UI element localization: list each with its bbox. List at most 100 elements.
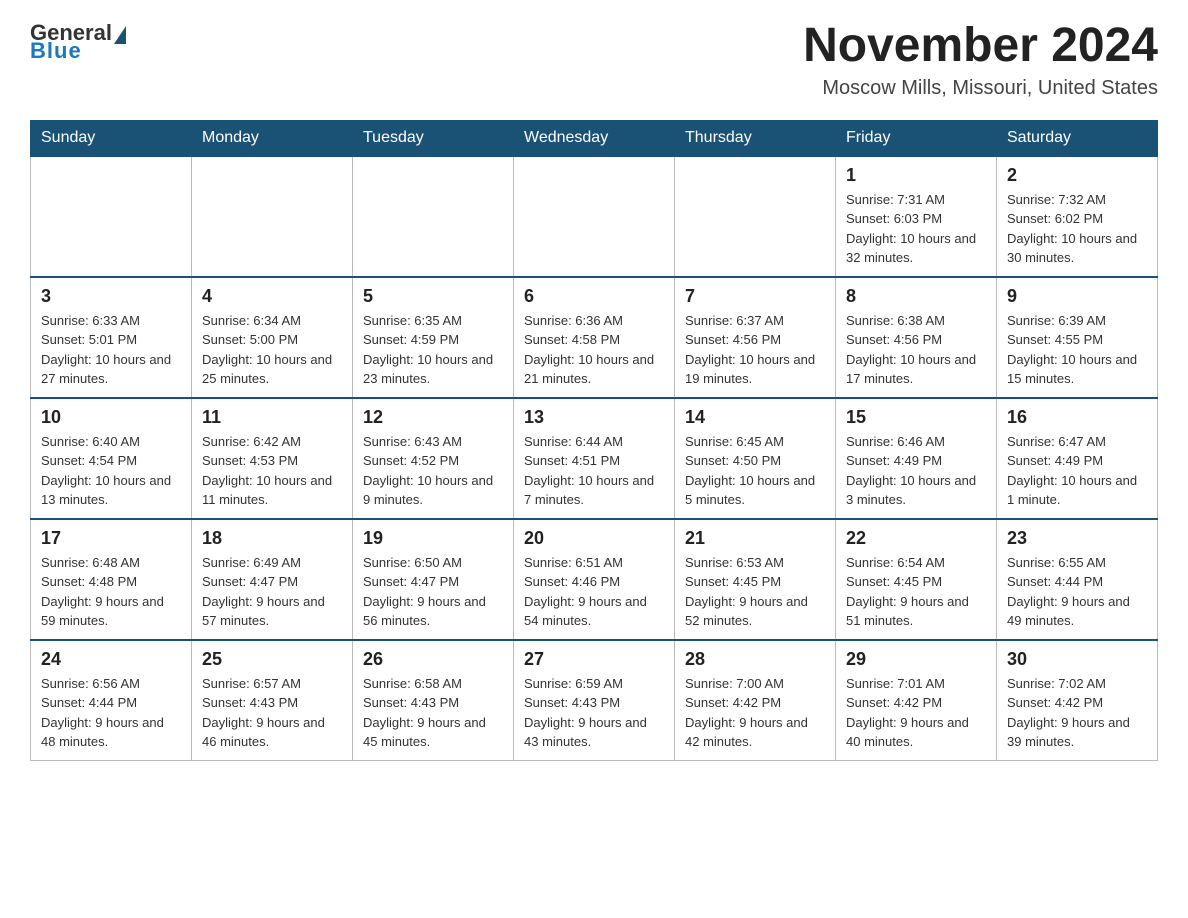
day-number: 7 [685,286,825,307]
calendar-cell: 25 Sunrise: 6:57 AM Sunset: 4:43 PM Dayli… [192,640,353,761]
day-number: 11 [202,407,342,428]
day-number: 12 [363,407,503,428]
day-info: Sunrise: 7:01 AM Sunset: 4:42 PM Dayligh… [846,674,986,752]
calendar-cell: 19 Sunrise: 6:50 AM Sunset: 4:47 PM Dayli… [353,519,514,640]
day-number: 29 [846,649,986,670]
day-number: 17 [41,528,181,549]
location-title: Moscow Mills, Missouri, United States [803,77,1158,100]
day-number: 19 [363,528,503,549]
day-info: Sunrise: 6:39 AM Sunset: 4:55 PM Dayligh… [1007,311,1147,389]
day-info: Sunrise: 6:34 AM Sunset: 5:00 PM Dayligh… [202,311,342,389]
day-info: Sunrise: 6:36 AM Sunset: 4:58 PM Dayligh… [524,311,664,389]
calendar-cell [514,156,675,277]
day-info: Sunrise: 7:32 AM Sunset: 6:02 PM Dayligh… [1007,190,1147,268]
title-section: November 2024 Moscow Mills, Missouri, Un… [803,20,1158,100]
day-info: Sunrise: 6:38 AM Sunset: 4:56 PM Dayligh… [846,311,986,389]
calendar-cell: 2 Sunrise: 7:32 AM Sunset: 6:02 PM Daylig… [997,156,1158,277]
day-number: 27 [524,649,664,670]
day-number: 14 [685,407,825,428]
calendar-cell: 16 Sunrise: 6:47 AM Sunset: 4:49 PM Dayli… [997,398,1158,519]
day-info: Sunrise: 6:46 AM Sunset: 4:49 PM Dayligh… [846,432,986,510]
week-row-4: 17Sunrise: 6:48 AM Sunset: 4:48 PM Dayli… [31,519,1158,640]
day-info: Sunrise: 6:50 AM Sunset: 4:47 PM Dayligh… [363,553,503,631]
weekday-header-saturday: Saturday [997,120,1158,156]
day-number: 9 [1007,286,1147,307]
month-title: November 2024 [803,20,1158,73]
calendar-cell [31,156,192,277]
day-number: 2 [1007,165,1147,186]
calendar-cell: 22Sunrise: 6:54 AM Sunset: 4:45 PM Dayli… [836,519,997,640]
weekday-header-row: SundayMondayTuesdayWednesdayThursdayFrid… [31,120,1158,156]
day-info: Sunrise: 6:44 AM Sunset: 4:51 PM Dayligh… [524,432,664,510]
day-info: Sunrise: 6:55 AM Sunset: 4:44 PM Dayligh… [1007,553,1147,631]
day-info: Sunrise: 6:57 AM Sunset: 4:43 PM Dayligh… [202,674,342,752]
day-info: Sunrise: 6:49 AM Sunset: 4:47 PM Dayligh… [202,553,342,631]
day-info: Sunrise: 6:53 AM Sunset: 4:45 PM Dayligh… [685,553,825,631]
day-number: 25 [202,649,342,670]
day-number: 28 [685,649,825,670]
calendar-cell: 26 Sunrise: 6:58 AM Sunset: 4:43 PM Dayli… [353,640,514,761]
calendar-cell: 6 Sunrise: 6:36 AM Sunset: 4:58 PM Daylig… [514,277,675,398]
calendar-cell [675,156,836,277]
week-row-1: 1 Sunrise: 7:31 AM Sunset: 6:03 PM Daylig… [31,156,1158,277]
logo-blue-text: Blue [30,38,82,64]
day-info: Sunrise: 6:37 AM Sunset: 4:56 PM Dayligh… [685,311,825,389]
weekday-header-tuesday: Tuesday [353,120,514,156]
calendar-cell: 1 Sunrise: 7:31 AM Sunset: 6:03 PM Daylig… [836,156,997,277]
day-info: Sunrise: 6:42 AM Sunset: 4:53 PM Dayligh… [202,432,342,510]
day-number: 26 [363,649,503,670]
day-number: 3 [41,286,181,307]
day-number: 8 [846,286,986,307]
day-info: Sunrise: 6:47 AM Sunset: 4:49 PM Dayligh… [1007,432,1147,510]
calendar-cell: 11 Sunrise: 6:42 AM Sunset: 4:53 PM Dayli… [192,398,353,519]
weekday-header-monday: Monday [192,120,353,156]
calendar-cell: 23 Sunrise: 6:55 AM Sunset: 4:44 PM Dayli… [997,519,1158,640]
week-row-5: 24 Sunrise: 6:56 AM Sunset: 4:44 PM Dayli… [31,640,1158,761]
day-info: Sunrise: 6:33 AM Sunset: 5:01 PM Dayligh… [41,311,181,389]
calendar-cell: 29 Sunrise: 7:01 AM Sunset: 4:42 PM Dayli… [836,640,997,761]
page-header: General Blue November 2024 Moscow Mills,… [30,20,1158,100]
weekday-header-friday: Friday [836,120,997,156]
calendar-cell: 28 Sunrise: 7:00 AM Sunset: 4:42 PM Dayli… [675,640,836,761]
day-info: Sunrise: 7:31 AM Sunset: 6:03 PM Dayligh… [846,190,986,268]
day-info: Sunrise: 7:00 AM Sunset: 4:42 PM Dayligh… [685,674,825,752]
day-info: Sunrise: 6:51 AM Sunset: 4:46 PM Dayligh… [524,553,664,631]
calendar-cell [353,156,514,277]
calendar-table: SundayMondayTuesdayWednesdayThursdayFrid… [30,120,1158,761]
day-number: 16 [1007,407,1147,428]
day-number: 13 [524,407,664,428]
calendar-cell [192,156,353,277]
day-number: 20 [524,528,664,549]
calendar-cell: 7 Sunrise: 6:37 AM Sunset: 4:56 PM Daylig… [675,277,836,398]
calendar-cell: 3 Sunrise: 6:33 AM Sunset: 5:01 PM Daylig… [31,277,192,398]
day-info: Sunrise: 6:54 AM Sunset: 4:45 PM Dayligh… [846,553,986,631]
logo: General Blue [30,20,128,64]
day-number: 23 [1007,528,1147,549]
day-number: 4 [202,286,342,307]
calendar-cell: 15 Sunrise: 6:46 AM Sunset: 4:49 PM Dayli… [836,398,997,519]
calendar-cell: 10Sunrise: 6:40 AM Sunset: 4:54 PM Dayli… [31,398,192,519]
calendar-cell: 27 Sunrise: 6:59 AM Sunset: 4:43 PM Dayli… [514,640,675,761]
day-number: 15 [846,407,986,428]
day-number: 24 [41,649,181,670]
calendar-cell: 8 Sunrise: 6:38 AM Sunset: 4:56 PM Daylig… [836,277,997,398]
calendar-cell: 14 Sunrise: 6:45 AM Sunset: 4:50 PM Dayli… [675,398,836,519]
calendar-cell: 30Sunrise: 7:02 AM Sunset: 4:42 PM Dayli… [997,640,1158,761]
week-row-3: 10Sunrise: 6:40 AM Sunset: 4:54 PM Dayli… [31,398,1158,519]
weekday-header-sunday: Sunday [31,120,192,156]
day-info: Sunrise: 6:58 AM Sunset: 4:43 PM Dayligh… [363,674,503,752]
day-info: Sunrise: 6:45 AM Sunset: 4:50 PM Dayligh… [685,432,825,510]
weekday-header-thursday: Thursday [675,120,836,156]
calendar-cell: 4 Sunrise: 6:34 AM Sunset: 5:00 PM Daylig… [192,277,353,398]
calendar-cell: 21Sunrise: 6:53 AM Sunset: 4:45 PM Dayli… [675,519,836,640]
calendar-cell: 20 Sunrise: 6:51 AM Sunset: 4:46 PM Dayli… [514,519,675,640]
day-number: 18 [202,528,342,549]
day-info: Sunrise: 6:59 AM Sunset: 4:43 PM Dayligh… [524,674,664,752]
weekday-header-wednesday: Wednesday [514,120,675,156]
logo-triangle-icon [114,26,126,44]
day-number: 1 [846,165,986,186]
day-number: 5 [363,286,503,307]
day-info: Sunrise: 6:56 AM Sunset: 4:44 PM Dayligh… [41,674,181,752]
calendar-cell: 24 Sunrise: 6:56 AM Sunset: 4:44 PM Dayli… [31,640,192,761]
day-number: 6 [524,286,664,307]
